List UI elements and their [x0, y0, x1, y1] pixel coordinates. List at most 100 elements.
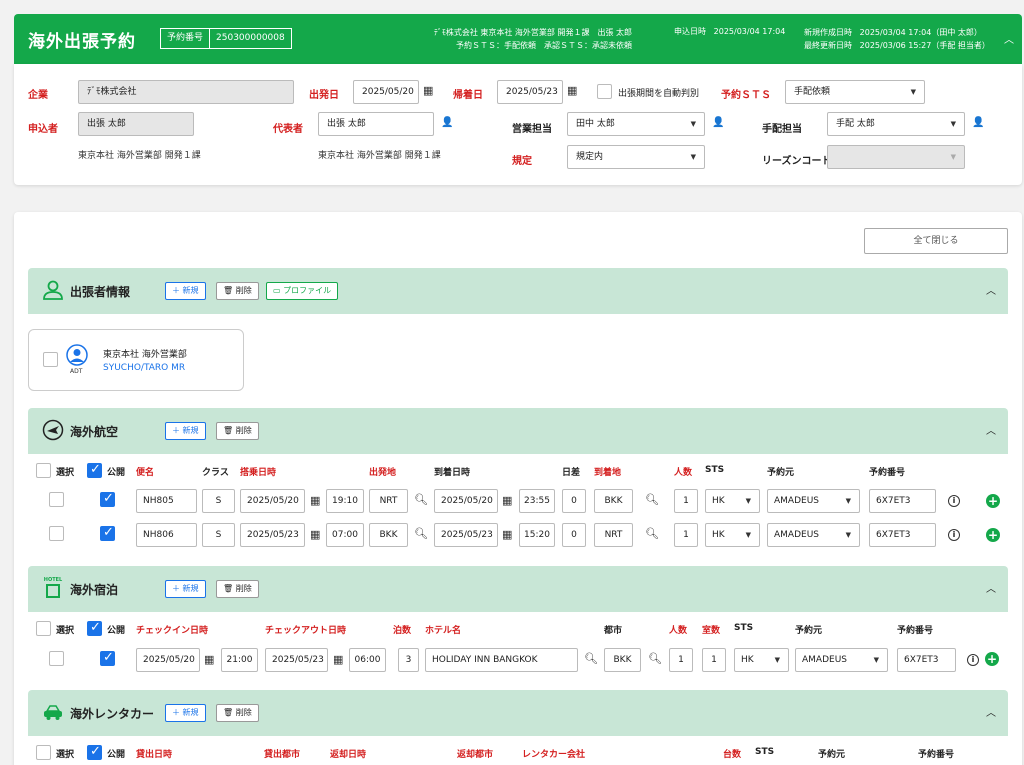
air-public-all-checkbox[interactable] [87, 462, 102, 478]
hotel-checkin-calendar-icon[interactable]: ▦ [204, 653, 214, 666]
person-search-icon[interactable]: 👤 [441, 117, 453, 128]
hotel-row-1-sts[interactable]: HK [734, 648, 789, 672]
air-row-1-class[interactable]: S [202, 489, 235, 513]
air-row-1-add-icon[interactable]: + [986, 494, 1000, 508]
air-row-2-pax[interactable]: 1 [674, 523, 698, 547]
hotel-row-1-add-icon[interactable]: + [985, 652, 999, 666]
traveler-collapse-icon[interactable]: ︿ [986, 282, 996, 297]
traveler-new-button[interactable]: ＋ 新規 [165, 282, 206, 300]
hotel-row-1-select[interactable] [49, 651, 64, 666]
hotel-public-all-checkbox[interactable] [87, 620, 102, 636]
air-row-1-dep-calendar-icon[interactable]: ▦ [310, 494, 320, 507]
rule-select[interactable]: 規定内 [567, 145, 705, 169]
air-collapse-icon[interactable]: ︿ [986, 422, 996, 437]
hotel-row-1-rooms[interactable]: 1 [702, 648, 726, 672]
arrange-select[interactable]: 手配 太郎 [827, 112, 965, 136]
air-row-1-public[interactable] [100, 491, 115, 507]
air-select-all-checkbox[interactable] [36, 463, 51, 478]
air-row-2-public[interactable] [100, 525, 115, 541]
depart-calendar-icon[interactable]: ▦ [423, 84, 433, 97]
air-row-1-pax[interactable]: 1 [674, 489, 698, 513]
air-row-2-from[interactable]: BKK [369, 523, 408, 547]
air-row-2-arr-calendar-icon[interactable]: ▦ [502, 528, 512, 541]
hotel-city-search-icon[interactable]: 🔍︎ [648, 652, 662, 665]
depart-date-input[interactable]: 2025/05/20 [353, 80, 419, 104]
hotel-checkout-calendar-icon[interactable]: ▦ [333, 653, 343, 666]
air-row-2-add-icon[interactable]: + [986, 528, 1000, 542]
hotel-row-1-out-date[interactable]: 2025/05/23 [265, 648, 328, 672]
air-row-2-flight[interactable]: NH806 [136, 523, 197, 547]
car-collapse-icon[interactable]: ︿ [986, 704, 996, 719]
air-row-1-to-search-icon[interactable]: 🔍︎ [645, 493, 659, 506]
hotel-new-button[interactable]: ＋ 新規 [165, 580, 206, 598]
air-row-2-dep-time[interactable]: 07:00 [326, 523, 364, 547]
return-calendar-icon[interactable]: ▦ [567, 84, 577, 97]
traveler-delete-button[interactable]: 🗑 削除 [216, 282, 259, 300]
hotel-collapse-icon[interactable]: ︿ [986, 580, 996, 595]
air-row-2-class[interactable]: S [202, 523, 235, 547]
air-row-1-dep-time[interactable]: 19:10 [326, 489, 364, 513]
air-row-1-info-icon[interactable]: i [948, 495, 960, 507]
air-row-2-select[interactable] [49, 526, 64, 541]
profile-button[interactable]: ▭ プロファイル [266, 282, 339, 300]
hotel-row-1-info-icon[interactable]: i [967, 654, 979, 666]
air-row-2-arr-date[interactable]: 2025/05/23 [434, 523, 498, 547]
hotel-row-1-pax[interactable]: 1 [669, 648, 693, 672]
hotel-row-1-city[interactable]: BKK [604, 648, 641, 672]
collapse-header-icon[interactable]: ︿ [1004, 31, 1014, 46]
air-row-1-pnr[interactable]: 6X7ET3 [869, 489, 936, 513]
air-row-2-diff[interactable]: 0 [562, 523, 586, 547]
hotel-row-1-public[interactable] [100, 650, 115, 666]
car-delete-button[interactable]: 🗑 削除 [216, 704, 259, 722]
representative-input[interactable]: 出張 太郎 [318, 112, 434, 136]
section-hotel[interactable]: HOTEL 海外宿泊 ＋ 新規 🗑 削除 ︿ [28, 566, 1008, 612]
air-row-1-arr-date[interactable]: 2025/05/20 [434, 489, 498, 513]
air-delete-button[interactable]: 🗑 削除 [216, 422, 259, 440]
section-air[interactable]: 海外航空 ＋ 新規 🗑 削除 ︿ [28, 408, 1008, 454]
car-new-button[interactable]: ＋ 新規 [165, 704, 206, 722]
air-row-2-dep-date[interactable]: 2025/05/23 [240, 523, 305, 547]
traveler-checkbox[interactable] [43, 352, 58, 367]
hotel-row-1-in-time[interactable]: 21:00 [221, 648, 258, 672]
hotel-name-search-icon[interactable]: 🔍︎ [584, 652, 598, 665]
arrange-person-search-icon[interactable]: 👤 [972, 117, 984, 128]
air-row-1-arr-calendar-icon[interactable]: ▦ [502, 494, 512, 507]
air-row-1-diff[interactable]: 0 [562, 489, 586, 513]
air-row-2-source[interactable]: AMADEUS [767, 523, 860, 547]
air-row-2-to-search-icon[interactable]: 🔍︎ [645, 527, 659, 540]
hotel-row-1-pnr[interactable]: 6X7ET3 [897, 648, 956, 672]
hotel-select-all-checkbox[interactable] [36, 621, 51, 636]
hotel-row-1-name[interactable]: HOLIDAY INN BANGKOK [425, 648, 578, 672]
air-row-1-source[interactable]: AMADEUS [767, 489, 860, 513]
air-row-2-to[interactable]: NRT [594, 523, 633, 547]
air-row-1-from-search-icon[interactable]: 🔍︎ [414, 493, 428, 506]
auto-period-checkbox[interactable] [597, 84, 612, 99]
car-select-all-checkbox[interactable] [36, 745, 51, 760]
air-row-1-select[interactable] [49, 492, 64, 507]
air-row-1-to[interactable]: BKK [594, 489, 633, 513]
traveler-card[interactable]: ADT 東京本社 海外営業部 SYUCHO/TARO MR [28, 329, 244, 391]
close-all-button[interactable]: 全て閉じる [864, 228, 1008, 254]
sts-select[interactable]: 手配依頼 [785, 80, 925, 104]
sales-select[interactable]: 田中 太郎 [567, 112, 705, 136]
hotel-delete-button[interactable]: 🗑 削除 [216, 580, 259, 598]
car-public-all-checkbox[interactable] [87, 744, 102, 760]
section-traveler[interactable]: 出張者情報 ＋ 新規 🗑 削除 ▭ プロファイル ︿ [28, 268, 1008, 314]
sales-person-search-icon[interactable]: 👤 [712, 117, 724, 128]
air-row-2-info-icon[interactable]: i [948, 529, 960, 541]
air-row-2-dep-calendar-icon[interactable]: ▦ [310, 528, 320, 541]
air-row-2-arr-time[interactable]: 15:20 [519, 523, 555, 547]
air-new-button[interactable]: ＋ 新規 [165, 422, 206, 440]
air-row-1-sts[interactable]: HK [705, 489, 760, 513]
air-row-1-dep-date[interactable]: 2025/05/20 [240, 489, 305, 513]
air-row-1-flight[interactable]: NH805 [136, 489, 197, 513]
hotel-row-1-source[interactable]: AMADEUS [795, 648, 888, 672]
hotel-row-1-out-time[interactable]: 06:00 [349, 648, 386, 672]
air-row-2-from-search-icon[interactable]: 🔍︎ [414, 527, 428, 540]
air-row-1-arr-time[interactable]: 23:55 [519, 489, 555, 513]
air-row-2-pnr[interactable]: 6X7ET3 [869, 523, 936, 547]
section-rental-car[interactable]: 海外レンタカー ＋ 新規 🗑 削除 ︿ [28, 690, 1008, 736]
return-date-input[interactable]: 2025/05/23 [497, 80, 563, 104]
hotel-row-1-in-date[interactable]: 2025/05/20 [136, 648, 200, 672]
air-row-1-from[interactable]: NRT [369, 489, 408, 513]
